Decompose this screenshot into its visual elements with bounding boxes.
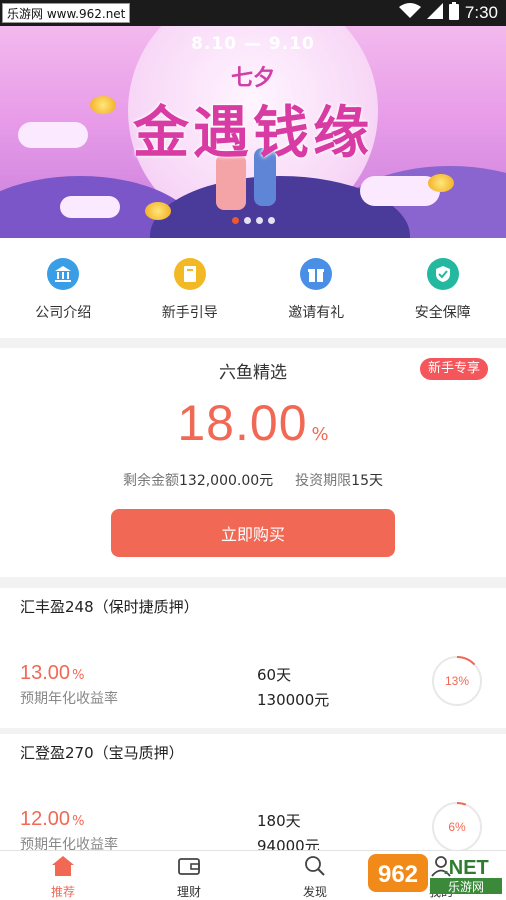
promo-banner[interactable]: 8.10 — 9.10 七夕 金遇钱缘 [0,26,506,238]
progress-label: 13% [444,674,470,688]
product-amount: 130000元 [257,691,330,709]
tab-label: 推荐 [50,885,75,899]
quick-nav-label: 新手引导 [161,305,218,321]
watermark-label: 乐游网 www.962.net [2,3,131,23]
book-icon [173,258,206,290]
gift-icon [300,258,333,290]
remaining-label: 剩余金额 [123,473,179,489]
tab-label: 理财 [176,885,201,899]
product-term: 60天 [257,666,292,684]
quick-nav-label: 安全保障 [414,305,471,321]
status-bar: 乐游网 www.962.net 7:30 [0,0,506,26]
featured-info: 剩余金额132,000.00元 投资期限15天 [0,470,506,490]
product-title: 汇丰盈248（保时捷质押） [20,598,199,616]
product-rate: 13.00% [20,662,84,685]
product-term: 180天 [257,812,301,830]
product-rate-label: 预期年化收益率 [20,837,118,850]
tab-label: 发现 [302,885,327,899]
home-icon [51,855,75,881]
product-rate-unit: % [72,668,85,683]
banner-date: 8.10 — 9.10 [191,34,315,54]
tab-discover[interactable]: 发现 [252,851,378,900]
product-rate: 12.00% [20,808,84,831]
carousel-dot[interactable] [267,217,275,224]
product-amount: 94000元 [257,837,320,850]
signal-icon [426,3,443,23]
product-card[interactable]: 汇丰盈248（保时捷质押） 13.00% 预期年化收益率 60天 130000元… [0,588,506,728]
battery-icon [448,2,459,24]
bank-icon [47,258,80,290]
term-label: 投资期限 [295,473,352,489]
tab-recommend[interactable]: 推荐 [0,851,126,900]
carousel-dot[interactable] [231,217,239,224]
featured-rate-value: 18.00 [177,395,308,451]
cloud-graphic [60,196,120,218]
wifi-icon [398,3,421,23]
newcomer-badge: 新手专享 [419,358,488,380]
quick-nav-security[interactable]: 安全保障 [380,238,506,338]
status-icons: 7:30 [398,2,498,24]
featured-product: 六鱼精选 新手专享 18.00% 剩余金额132,000.00元 投资期限15天 … [0,348,506,577]
quick-nav-company[interactable]: 公司介绍 [0,238,127,338]
remaining-value: 132,000.00元 [179,473,274,489]
product-title: 汇登盈270（宝马质押） [20,744,184,762]
tab-finance[interactable]: 理财 [126,851,252,900]
coin-graphic [428,174,454,192]
quick-nav: 公司介绍 新手引导 邀请有礼 安全保障 [0,238,506,338]
progress-label: 6% [448,820,466,834]
term-value: 15天 [351,473,383,489]
search-icon [303,855,327,881]
product-rate-value: 12.00 [20,808,71,830]
carousel-dot[interactable] [255,217,263,224]
product-rate-value: 13.00 [20,662,71,684]
svg-text:乐游网: 乐游网 [448,880,484,894]
product-rate-label: 预期年化收益率 [20,691,118,707]
quick-nav-guide[interactable]: 新手引导 [127,238,254,338]
carousel-indicator [0,217,506,224]
watermark-logo: 962 .NET 乐游网 [368,854,502,894]
featured-rate: 18.00% [0,394,506,452]
quick-nav-label: 邀请有礼 [288,305,345,321]
product-card[interactable]: 汇登盈270（宝马质押） 12.00% 预期年化收益率 180天 94000元 … [0,734,506,850]
carousel-dot[interactable] [243,217,251,224]
featured-rate-unit: % [311,424,329,445]
quick-nav-invite[interactable]: 邀请有礼 [253,238,380,338]
svg-text:962: 962 [378,861,418,888]
svg-text:.NET: .NET [443,857,489,879]
banner-title: 金遇钱缘 [133,100,373,166]
clock: 7:30 [464,3,498,22]
quick-nav-label: 公司介绍 [35,305,92,321]
buy-now-button[interactable]: 立即购买 [111,509,395,557]
shield-icon [426,258,459,290]
product-rate-unit: % [72,814,85,829]
wallet-icon [177,855,201,881]
